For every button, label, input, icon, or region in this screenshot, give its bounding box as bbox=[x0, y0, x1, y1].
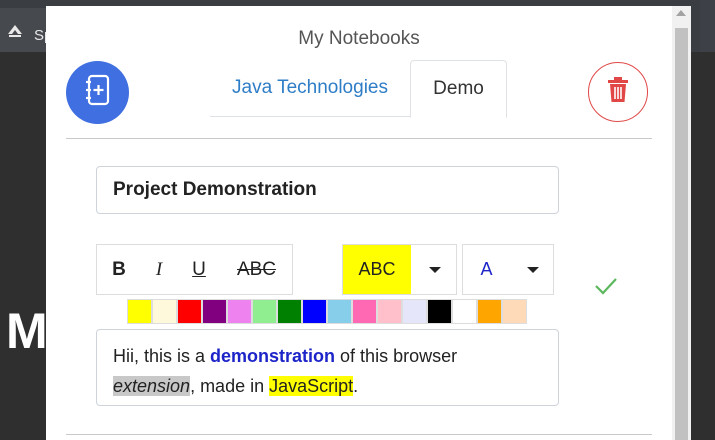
italic-button[interactable]: I bbox=[139, 245, 179, 294]
background-heading: M bbox=[6, 303, 48, 359]
scroll-up-arrow-icon[interactable] bbox=[676, 10, 686, 16]
app-logo-icon bbox=[6, 22, 24, 40]
header-divider bbox=[66, 138, 652, 139]
delete-notebook-button[interactable] bbox=[588, 62, 648, 122]
color-swatch[interactable] bbox=[127, 299, 152, 324]
popup-title: My Notebooks bbox=[298, 28, 420, 49]
color-swatch[interactable] bbox=[427, 299, 452, 324]
color-swatch[interactable] bbox=[277, 299, 302, 324]
color-swatch[interactable] bbox=[252, 299, 277, 324]
tab-demo[interactable]: Demo bbox=[410, 60, 507, 118]
add-notebook-icon bbox=[84, 74, 112, 111]
color-swatch[interactable] bbox=[402, 299, 427, 324]
color-swatch[interactable] bbox=[452, 299, 477, 324]
font-color-picker: A bbox=[462, 244, 554, 295]
editor-highlighted-text: JavaScript bbox=[269, 376, 354, 396]
underline-button[interactable]: U bbox=[179, 245, 219, 294]
color-swatch[interactable] bbox=[377, 299, 402, 324]
footer-divider bbox=[66, 434, 652, 435]
color-swatch[interactable] bbox=[177, 299, 202, 324]
notebook-popup: My Notebooks Java Technologies Demo Proj… bbox=[46, 6, 672, 440]
browser-tab[interactable]: Sp bbox=[0, 8, 52, 52]
color-swatch[interactable] bbox=[152, 299, 177, 324]
editor-italic-text: extension bbox=[113, 376, 191, 396]
chevron-down-icon bbox=[428, 266, 441, 273]
highlight-dropdown-toggle[interactable] bbox=[411, 245, 458, 294]
format-toolbar: B I U ABC bbox=[96, 244, 293, 295]
checkmark-icon bbox=[594, 278, 618, 300]
save-note-button[interactable] bbox=[594, 276, 618, 301]
tab-java-technologies[interactable]: Java Technologies bbox=[210, 60, 410, 116]
color-swatch[interactable] bbox=[502, 299, 527, 324]
editor-text: Hii, this is a bbox=[113, 346, 211, 366]
trash-icon bbox=[607, 76, 629, 108]
font-color-button[interactable]: A bbox=[463, 245, 510, 294]
editor-text: . bbox=[353, 376, 359, 396]
font-color-dropdown-toggle[interactable] bbox=[510, 245, 555, 294]
color-swatch[interactable] bbox=[302, 299, 327, 324]
popup-scrollbar[interactable] bbox=[672, 6, 691, 440]
editor-text: of this browser bbox=[335, 346, 458, 366]
add-notebook-button[interactable] bbox=[66, 61, 129, 124]
color-swatch[interactable] bbox=[352, 299, 377, 324]
color-swatches bbox=[127, 299, 527, 324]
color-swatch[interactable] bbox=[327, 299, 352, 324]
color-swatch[interactable] bbox=[227, 299, 252, 324]
note-editor[interactable]: Hii, this is a demonstration of this bro… bbox=[96, 329, 559, 406]
highlight-picker: ABC bbox=[342, 244, 457, 295]
scroll-thumb[interactable] bbox=[675, 28, 688, 440]
note-title-input[interactable] bbox=[96, 166, 559, 214]
color-swatch[interactable] bbox=[202, 299, 227, 324]
bold-button[interactable]: B bbox=[99, 245, 139, 294]
highlight-color-button[interactable]: ABC bbox=[343, 245, 411, 294]
browser-toolbar-edge bbox=[700, 0, 715, 52]
editor-bold-text: demonstration bbox=[210, 346, 336, 366]
editor-text: , made in bbox=[190, 376, 270, 396]
chevron-down-icon bbox=[526, 266, 539, 273]
strikethrough-button[interactable]: ABC bbox=[219, 245, 294, 294]
color-swatch[interactable] bbox=[477, 299, 502, 324]
